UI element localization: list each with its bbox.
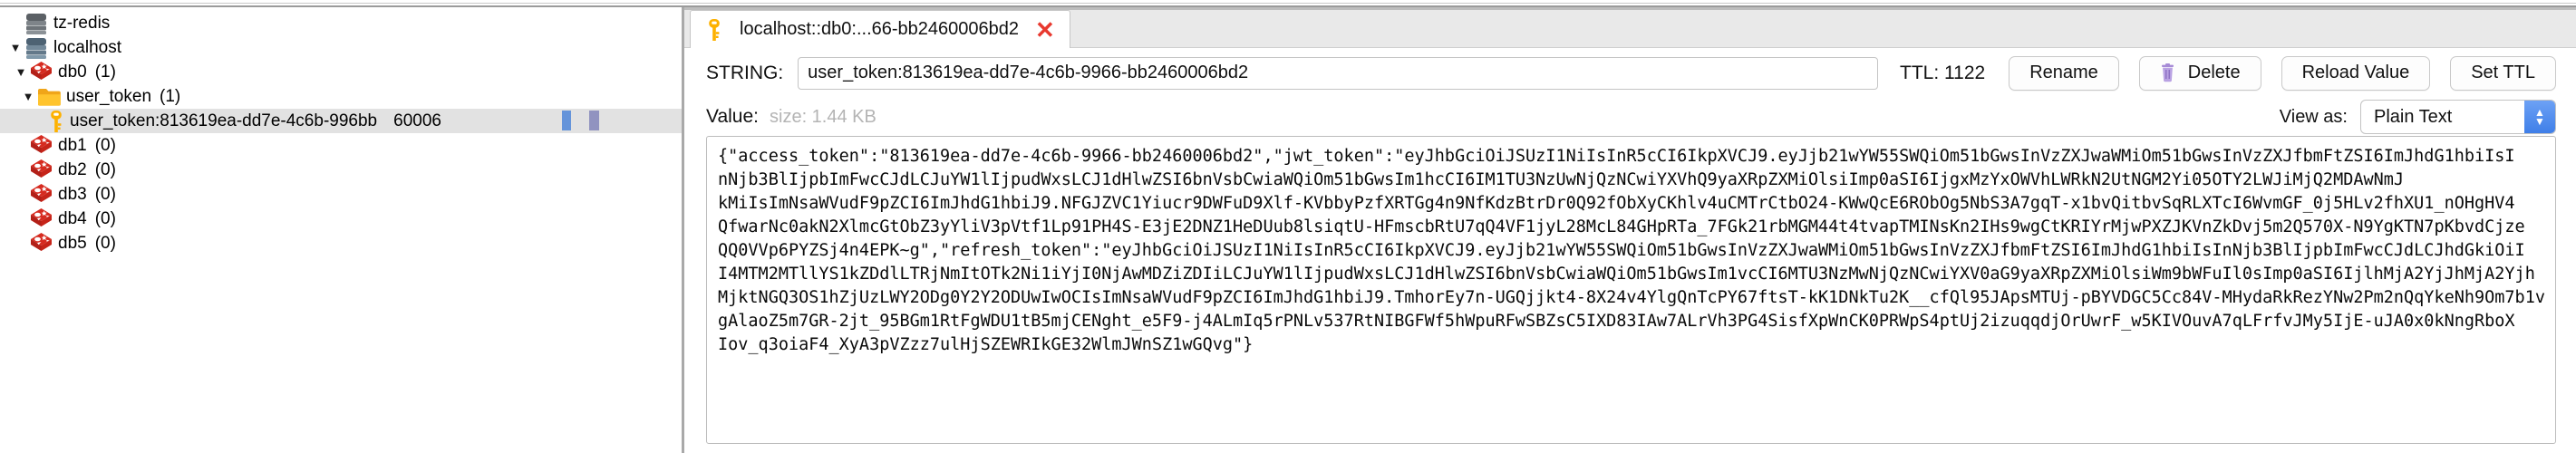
tree-node-count: (0) [94, 208, 116, 228]
ttl-label: TTL: 1122 [1900, 62, 1986, 83]
tab-label: localhost::db0:...66-bb2460006bd2 [740, 19, 1020, 39]
tree-node-selected-key[interactable]: user_token:813619ea-dd7e-4c6b-996 bb 600… [0, 109, 682, 133]
tree-node-db0[interactable]: ▼ db0 (1) [0, 60, 682, 84]
trash-icon [2160, 63, 2175, 82]
tree-node-db2[interactable]: db2 (0) [0, 158, 682, 182]
tree-node-db4[interactable]: db4 (0) [0, 207, 682, 231]
server-icon [24, 35, 49, 61]
tree-node-count: (0) [94, 233, 116, 253]
key-name-input[interactable] [798, 56, 1879, 90]
tree-node-key-trailing: 60006 [393, 111, 441, 130]
tab-key-detail[interactable]: localhost::db0:...66-bb2460006bd2 ✕ [690, 10, 1070, 48]
value-size-label: size: 1.44 KB [770, 106, 876, 127]
view-as-label: View as: [2279, 106, 2348, 127]
tree-node-label: db5 [58, 233, 87, 253]
key-icon [47, 110, 65, 133]
close-icon[interactable]: ✕ [1035, 18, 1055, 42]
view-as-selected-value: Plain Text [2374, 106, 2453, 127]
folder-icon [36, 86, 62, 108]
key-icon [705, 18, 723, 42]
delete-button-label: Delete [2187, 63, 2241, 82]
view-as-select[interactable]: Plain Text ▲ ▼ [2360, 100, 2556, 134]
tree-node-label: db4 [58, 208, 87, 228]
tree-node-label: db1 [58, 135, 87, 155]
server-icon [24, 11, 49, 36]
key-toolbar-row: STRING: TTL: 1122 Rename Delete [684, 48, 2576, 98]
reload-value-button[interactable]: Reload Value [2281, 55, 2431, 91]
delete-button[interactable]: Delete [2138, 55, 2261, 91]
rename-button[interactable]: Rename [2009, 55, 2119, 91]
redis-db-icon [29, 60, 53, 84]
redis-db-icon [29, 182, 53, 207]
tree-node-count: (0) [94, 159, 116, 179]
value-header-row: Value: size: 1.44 KB View as: Plain Text… [684, 98, 2576, 136]
value-label: Value: [706, 106, 759, 127]
tree-node-label: localhost [53, 37, 121, 57]
tree-node-db5[interactable]: db5 (0) [0, 231, 682, 255]
app-window: tz-redis ▼ localhost ▼ db0 (1) ▼ user_to… [0, 0, 2576, 453]
key-type-label: STRING: [706, 62, 784, 83]
set-ttl-button[interactable]: Set TTL [2450, 55, 2556, 91]
tree-node-label: db2 [58, 159, 87, 179]
tree-node-label: db3 [58, 184, 87, 204]
tree-node-label: tz-redis [53, 13, 111, 33]
tree-node-count: (1) [160, 86, 181, 106]
tree-node-localhost[interactable]: ▼ localhost [0, 35, 682, 60]
body-row: tz-redis ▼ localhost ▼ db0 (1) ▼ user_to… [0, 7, 2576, 453]
tree-node-label: user_token:813619ea-dd7e-4c6b-996 [70, 111, 358, 130]
tree-node-label: user_token [66, 86, 152, 106]
selection-highlight-block [589, 111, 599, 130]
chrome-seam [0, 3, 2576, 4]
twisty-icon[interactable]: ▼ [7, 42, 24, 53]
tree-node-label: db0 [58, 62, 87, 82]
tree-node-count: (0) [94, 184, 116, 204]
redis-db-icon [29, 207, 53, 231]
redis-db-icon [29, 231, 53, 255]
key-tree-sidebar[interactable]: tz-redis ▼ localhost ▼ db0 (1) ▼ user_to… [0, 7, 684, 453]
main-panel: localhost::db0:...66-bb2460006bd2 ✕ STRI… [684, 7, 2576, 453]
tree-node-count: (1) [94, 62, 116, 82]
window-chrome [0, 0, 2576, 7]
twisty-icon[interactable]: ▼ [13, 66, 29, 78]
tree-node-user-token-folder[interactable]: ▼ user_token (1) [0, 84, 682, 109]
chevron-updown-icon[interactable]: ▲ ▼ [2524, 101, 2555, 133]
tree-node-count: (0) [94, 135, 116, 155]
tree-node-db3[interactable]: db3 (0) [0, 182, 682, 207]
redis-db-icon [29, 133, 53, 158]
tree-node-db1[interactable]: db1 (0) [0, 133, 682, 158]
tree-node-tz-redis[interactable]: tz-redis [0, 11, 682, 35]
tree-node-count: bb [357, 111, 378, 130]
tab-strip: localhost::db0:...66-bb2460006bd2 ✕ [684, 7, 2576, 48]
redis-db-icon [29, 158, 53, 182]
value-textarea[interactable]: {"access_token":"813619ea-dd7e-4c6b-9966… [706, 136, 2556, 444]
value-area-wrap: {"access_token":"813619ea-dd7e-4c6b-9966… [684, 136, 2576, 453]
twisty-icon[interactable]: ▼ [20, 91, 36, 102]
selection-caret-block [562, 111, 571, 130]
